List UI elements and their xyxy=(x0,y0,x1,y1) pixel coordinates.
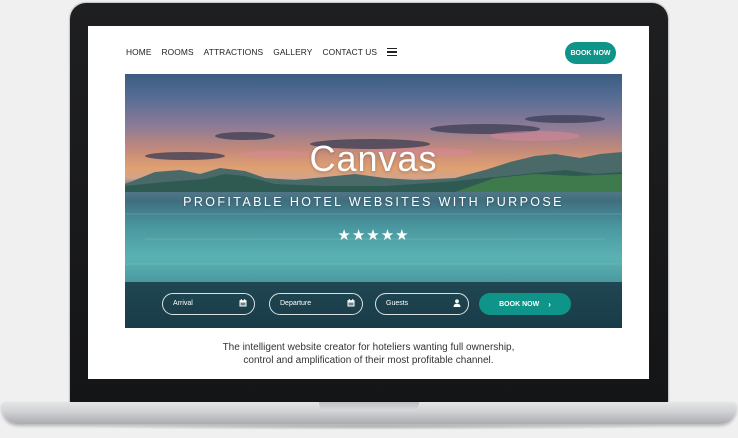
guests-label: Guests xyxy=(386,300,409,307)
guests-field[interactable]: Guests xyxy=(375,293,469,315)
chevron-right-icon: › xyxy=(548,299,551,309)
book-now-button[interactable]: BOOK NOW › xyxy=(479,293,571,315)
top-navigation: HOME ROOMS ATTRACTIONS GALLERY CONTACT U… xyxy=(88,26,649,78)
hero-banner: Canvas PROFITABLE HOTEL WEBSITES WITH PU… xyxy=(125,74,622,328)
user-icon xyxy=(453,299,461,307)
hero-subtitle: PROFITABLE HOTEL WEBSITES WITH PURPOSE xyxy=(183,195,564,209)
book-now-button-header[interactable]: BOOK NOW xyxy=(565,42,616,64)
departure-date-field[interactable]: Departure xyxy=(269,293,363,315)
tagline: The intelligent website creator for hote… xyxy=(88,341,649,367)
star-rating: ★★★★★ xyxy=(337,227,410,244)
tagline-line-1: The intelligent website creator for hote… xyxy=(222,342,515,353)
tagline-line-2: control and amplification of their most … xyxy=(243,355,494,366)
arrival-label: Arrival xyxy=(173,300,193,307)
laptop-notch xyxy=(319,402,419,411)
arrival-date-field[interactable]: Arrival xyxy=(162,293,255,315)
laptop-shadow xyxy=(60,424,678,430)
nav-links: HOME ROOMS ATTRACTIONS GALLERY CONTACT U… xyxy=(126,47,398,57)
nav-link-contact-us[interactable]: CONTACT US xyxy=(322,47,377,57)
departure-label: Departure xyxy=(280,300,312,307)
book-now-label: BOOK NOW xyxy=(499,300,540,308)
calendar-icon xyxy=(239,299,247,307)
nav-link-attractions[interactable]: ATTRACTIONS xyxy=(204,47,264,57)
nav-link-home[interactable]: HOME xyxy=(126,47,152,57)
calendar-icon xyxy=(347,299,355,307)
nav-link-gallery[interactable]: GALLERY xyxy=(273,47,312,57)
hero-title: Canvas xyxy=(309,138,438,179)
hamburger-icon[interactable] xyxy=(387,47,398,57)
booking-bar: Arrival Departure Guests BOOK NOW › xyxy=(125,282,622,328)
nav-link-rooms[interactable]: ROOMS xyxy=(162,47,194,57)
laptop-screen: HOME ROOMS ATTRACTIONS GALLERY CONTACT U… xyxy=(88,26,649,379)
